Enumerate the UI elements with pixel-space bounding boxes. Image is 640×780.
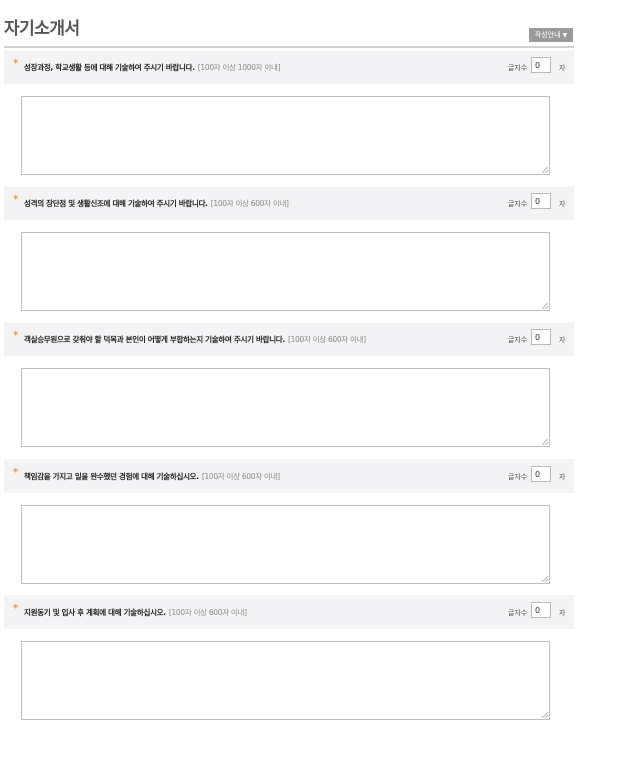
- question-prompt: 책임감을 가지고 일을 완수했던 경험에 대해 기술하십시오.: [24, 472, 199, 481]
- writing-guide-label: 작성안내: [534, 31, 561, 39]
- question-prompt: 성격의 장단점 및 생활신조에 대해 기술하여 주시기 바랍니다.: [24, 199, 208, 208]
- question-block-3: * 객실승무원으로 갖춰야 할 덕목과 본인이 어떻게 부합하는지 기술하여 주…: [4, 322, 574, 467]
- char-count-unit: 자: [559, 336, 566, 344]
- char-count-label: 글자수: [508, 609, 528, 617]
- question-block-2: * 성격의 장단점 및 생활신조에 대해 기술하여 주시기 바랍니다. [100자…: [4, 186, 574, 331]
- question-limit: [100자 이상 600자 이내]: [287, 335, 366, 344]
- required-star-icon: *: [13, 194, 19, 205]
- char-count-field[interactable]: [531, 602, 551, 618]
- char-count-field[interactable]: [531, 57, 551, 73]
- required-star-icon: *: [13, 603, 19, 614]
- page-title: 자기소개서: [4, 19, 80, 39]
- char-count-unit: 자: [559, 64, 566, 72]
- question-text: 성장과정, 학교생활 등에 대해 기술하여 주시기 바랍니다. [100자 이상 …: [24, 62, 280, 73]
- answer-textarea[interactable]: [21, 505, 550, 584]
- question-header: * 지원동기 및 입사 후 계획에 대해 기술하십시오. [100자 이상 600…: [4, 595, 574, 629]
- char-count-field[interactable]: [531, 466, 551, 482]
- required-star-icon: *: [13, 330, 19, 341]
- question-prompt: 성장과정, 학교생활 등에 대해 기술하여 주시기 바랍니다.: [24, 63, 195, 72]
- question-text: 성격의 장단점 및 생활신조에 대해 기술하여 주시기 바랍니다. [100자 이…: [24, 198, 289, 209]
- answer-textarea[interactable]: [21, 96, 550, 175]
- char-count-field[interactable]: [531, 329, 551, 345]
- question-text: 책임감을 가지고 일을 완수했던 경험에 대해 기술하십시오. [100자 이상 …: [24, 471, 280, 482]
- char-count-unit: 자: [559, 609, 566, 617]
- writing-guide-button[interactable]: 작성안내 ▼: [529, 28, 573, 42]
- question-header: * 책임감을 가지고 일을 완수했던 경험에 대해 기술하십시오. [100자 이…: [4, 459, 574, 493]
- question-block-4: * 책임감을 가지고 일을 완수했던 경험에 대해 기술하십시오. [100자 이…: [4, 459, 574, 604]
- question-limit: [100자 이상 1000자 이내]: [197, 63, 281, 72]
- question-header: * 성장과정, 학교생활 등에 대해 기술하여 주시기 바랍니다. [100자 이…: [4, 50, 574, 84]
- answer-textarea[interactable]: [21, 232, 550, 311]
- question-text: 객실승무원으로 갖춰야 할 덕목과 본인이 어떻게 부합하는지 기술하여 주시기…: [24, 334, 366, 345]
- char-count-label: 글자수: [508, 473, 528, 481]
- question-limit: [100자 이상 600자 이내]: [210, 199, 289, 208]
- answer-textarea[interactable]: [21, 368, 550, 447]
- title-divider: [4, 46, 574, 48]
- question-text: 지원동기 및 입사 후 계획에 대해 기술하십시오. [100자 이상 600자 …: [24, 607, 247, 618]
- answer-textarea[interactable]: [21, 641, 550, 720]
- question-prompt: 지원동기 및 입사 후 계획에 대해 기술하십시오.: [24, 608, 166, 617]
- question-block-1: * 성장과정, 학교생활 등에 대해 기술하여 주시기 바랍니다. [100자 이…: [4, 50, 574, 195]
- question-block-5: * 지원동기 및 입사 후 계획에 대해 기술하십시오. [100자 이상 600…: [4, 595, 574, 740]
- required-star-icon: *: [13, 467, 19, 478]
- char-count-label: 글자수: [508, 336, 528, 344]
- char-count-unit: 자: [559, 200, 566, 208]
- char-count-label: 글자수: [508, 64, 528, 72]
- char-count-field[interactable]: [531, 193, 551, 209]
- char-count-label: 글자수: [508, 200, 528, 208]
- question-prompt: 객실승무원으로 갖춰야 할 덕목과 본인이 어떻게 부합하는지 기술하여 주시기…: [24, 335, 285, 344]
- question-limit: [100자 이상 600자 이내]: [168, 608, 247, 617]
- required-star-icon: *: [13, 58, 19, 69]
- char-count-unit: 자: [559, 473, 566, 481]
- question-header: * 성격의 장단점 및 생활신조에 대해 기술하여 주시기 바랍니다. [100자…: [4, 186, 574, 220]
- chevron-down-icon: ▼: [562, 32, 568, 39]
- question-header: * 객실승무원으로 갖춰야 할 덕목과 본인이 어떻게 부합하는지 기술하여 주…: [4, 322, 574, 356]
- question-limit: [100자 이상 600자 이내]: [201, 472, 280, 481]
